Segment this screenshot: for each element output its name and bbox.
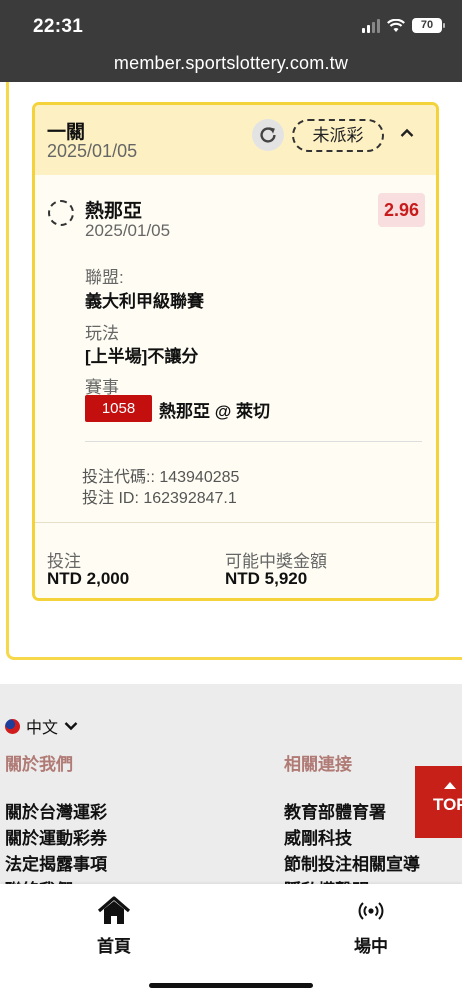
- links-heading: 相關連接: [284, 755, 352, 774]
- ticket-header[interactable]: 一關 2025/01/05 未派彩: [35, 105, 436, 175]
- back-to-top-button[interactable]: TOP: [415, 766, 462, 838]
- payout-value: NTD 5,920: [225, 569, 308, 588]
- chevron-down-icon: [64, 722, 78, 731]
- browser-chrome: 22:31 70 member.sportslottery.com.tw: [0, 0, 462, 82]
- footer-link-about-taiwan[interactable]: 關於台灣運彩: [5, 798, 107, 823]
- url-bar[interactable]: member.sportslottery.com.tw: [0, 53, 462, 74]
- play-value: [上半場]不讓分: [85, 347, 199, 366]
- wifi-icon: [387, 18, 405, 32]
- nav-live-label: 場中: [354, 937, 388, 956]
- nav-home-label: 首頁: [97, 937, 131, 956]
- ticket-type: 一關: [47, 122, 86, 143]
- refresh-button[interactable]: [252, 119, 284, 151]
- nav-home[interactable]: 首頁: [74, 896, 154, 957]
- back-to-top-label: TOP: [433, 795, 462, 814]
- league-label: 聯盟:: [85, 268, 124, 287]
- ticket-footer: 投注 NTD 2,000 可能中獎金額 NTD 5,920: [35, 522, 436, 598]
- league-value: 義大利甲級聯賽: [85, 292, 204, 311]
- refresh-icon: [260, 127, 276, 143]
- match-number-badge: 1058: [85, 395, 152, 422]
- footer-link-sports-admin[interactable]: 教育部體育署: [284, 798, 386, 823]
- status-badge: 未派彩: [292, 119, 384, 152]
- divider: [85, 441, 422, 442]
- chevron-up-icon: [400, 128, 414, 137]
- stake-value: NTD 2,000: [47, 569, 130, 588]
- match-name: 熱那亞 @ 萊切: [159, 402, 271, 421]
- nav-live[interactable]: 場中: [331, 896, 411, 957]
- bet-ticket-card: 一關 2025/01/05 未派彩 熱那亞 2025/01/05 2.96 聯盟…: [32, 102, 439, 601]
- cellular-signal-icon: [362, 18, 380, 33]
- status-icons: 70: [362, 18, 445, 33]
- footer-link-disclosure[interactable]: 法定揭露事項: [5, 850, 107, 875]
- home-indicator: [149, 983, 313, 988]
- about-heading: 關於我們: [5, 755, 73, 774]
- collapse-button[interactable]: [397, 123, 417, 143]
- taiwan-flag-icon: [5, 718, 20, 734]
- language-label: 中文: [26, 720, 59, 737]
- footer-link-adata[interactable]: 威剛科技: [284, 824, 352, 849]
- leg-date: 2025/01/05: [85, 221, 171, 240]
- footer-link-about-lottery[interactable]: 關於運動彩券: [5, 824, 107, 849]
- battery-icon: 70: [412, 18, 445, 33]
- odds-badge: 2.96: [378, 193, 425, 227]
- status-time: 22:31: [33, 16, 84, 37]
- bet-id: 投注 ID: 162392847.1: [82, 490, 237, 507]
- site-footer: 中文 關於我們 相關連接 關於台灣運彩 關於運動彩券 法定揭露事項 聯絡我們 教…: [0, 684, 462, 900]
- language-selector[interactable]: 中文: [5, 714, 78, 738]
- footer-link-responsible[interactable]: 節制投注相關宣導: [284, 850, 420, 875]
- arrow-up-icon: [444, 782, 456, 789]
- live-broadcast-icon: [358, 902, 384, 920]
- play-label: 玩法: [85, 324, 119, 343]
- home-icon: [97, 896, 131, 924]
- leg-radio[interactable]: [48, 200, 74, 226]
- ticket-date: 2025/01/05: [47, 141, 138, 161]
- leg-team: 熱那亞: [85, 201, 143, 222]
